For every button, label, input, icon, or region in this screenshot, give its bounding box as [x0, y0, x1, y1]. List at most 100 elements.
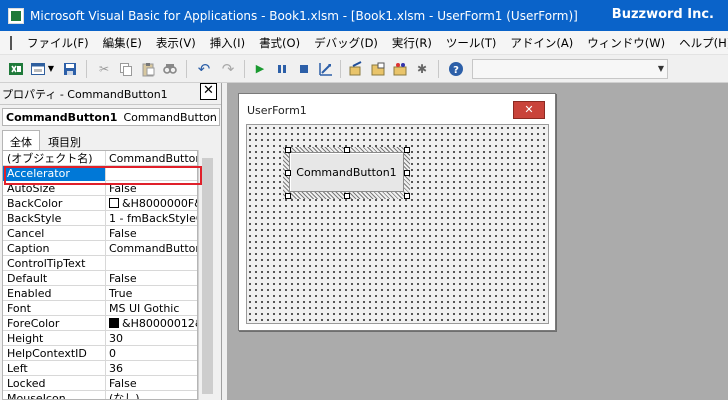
property-row[interactable]: BackColor &H8000000F&: [3, 196, 198, 211]
property-value[interactable]: (なし): [107, 391, 197, 400]
resize-handle-e[interactable]: [404, 170, 410, 176]
object-browser-icon[interactable]: [392, 61, 408, 77]
menu-window[interactable]: ウィンドウ(W): [580, 35, 672, 51]
resize-handle-w[interactable]: [285, 170, 291, 176]
property-value[interactable]: 1 - fmBackStyleOpaque: [107, 211, 197, 226]
property-value[interactable]: 36: [107, 361, 197, 376]
property-value[interactable]: CommandButton1: [107, 151, 197, 166]
window-title: Microsoft Visual Basic for Applications …: [30, 8, 578, 23]
property-row[interactable]: Locked False: [3, 376, 197, 391]
property-row[interactable]: BackStyle1 - fmBackStyleOpaque: [3, 211, 197, 226]
property-value-text: 1 - fmBackStyleOpaque: [109, 212, 197, 225]
property-value[interactable]: False: [107, 271, 197, 286]
property-value[interactable]: [107, 256, 197, 271]
copy-icon[interactable]: [118, 61, 134, 77]
svg-text:?: ?: [453, 65, 459, 76]
menu-format[interactable]: 書式(O): [252, 35, 307, 51]
property-row[interactable]: (オブジェクト名)CommandButton1: [3, 151, 197, 166]
property-value[interactable]: 30: [107, 331, 197, 346]
property-row[interactable]: Left 36: [3, 361, 197, 376]
project-explorer-icon[interactable]: [348, 61, 364, 77]
menu-insert[interactable]: 挿入(I): [203, 35, 252, 51]
property-row[interactable]: Cancel False: [3, 226, 197, 241]
property-value-text: (なし): [109, 392, 140, 400]
property-value-text: 36: [109, 362, 123, 375]
find-icon[interactable]: [162, 61, 178, 77]
property-row[interactable]: Enabled True: [3, 286, 197, 301]
chevron-down-icon[interactable]: ⌵: [207, 110, 215, 121]
menu-tools[interactable]: ツール(T): [439, 35, 504, 51]
resize-handle-se[interactable]: [404, 193, 410, 199]
dropdown-arrow-icon[interactable]: ▼: [46, 61, 56, 77]
resize-handle-n[interactable]: [344, 147, 350, 153]
property-value[interactable]: &H8000000F&: [107, 196, 198, 211]
excel-app-icon[interactable]: [8, 7, 24, 24]
run-icon[interactable]: ▶: [252, 61, 268, 77]
property-name: Cancel: [3, 226, 106, 241]
resize-handle-ne[interactable]: [404, 147, 410, 153]
toolbar-options-arrow-icon[interactable]: ▼: [657, 63, 665, 75]
property-value-text: True: [109, 287, 133, 300]
save-icon[interactable]: [62, 61, 78, 77]
menu-run[interactable]: 実行(R): [385, 35, 439, 51]
property-value-text: &H8000000F&: [122, 197, 198, 210]
reset-icon[interactable]: [296, 61, 312, 77]
property-row[interactable]: ForeColor &H80000012&: [3, 316, 197, 331]
resize-handle-sw[interactable]: [285, 193, 291, 199]
paste-icon[interactable]: [140, 61, 156, 77]
menu-addins[interactable]: アドイン(A): [503, 35, 580, 51]
property-name: BackStyle: [3, 211, 106, 226]
menu-debug[interactable]: デバッグ(D): [307, 35, 385, 51]
toolbar-separator: [244, 60, 245, 78]
break-icon[interactable]: [274, 61, 290, 77]
tab-alphabetic[interactable]: 全体: [2, 130, 40, 150]
property-row[interactable]: MouseIcon (なし): [3, 391, 197, 400]
excel-view-icon[interactable]: [8, 61, 24, 77]
userform-close-icon[interactable]: ✕: [513, 101, 545, 119]
resize-handle-s[interactable]: [344, 193, 350, 199]
menu-view[interactable]: 表示(V): [149, 35, 203, 51]
brand-label: Buzzword Inc.: [611, 7, 714, 22]
undo-icon[interactable]: ↶: [196, 61, 212, 77]
help-icon[interactable]: ?: [448, 61, 464, 77]
property-value[interactable]: True: [107, 286, 197, 301]
redo-icon[interactable]: ↷: [220, 61, 236, 77]
object-selector[interactable]: CommandButton1 CommandButton ⌵: [2, 108, 220, 126]
toolbox-icon[interactable]: ✱: [414, 61, 430, 77]
system-menu-icon[interactable]: [10, 35, 12, 50]
cut-icon[interactable]: ✂: [96, 61, 112, 77]
property-value[interactable]: 0: [107, 346, 197, 361]
insert-userform-icon[interactable]: [30, 61, 46, 77]
property-name: HelpContextID: [3, 346, 106, 361]
command-button[interactable]: CommandButton1: [289, 152, 404, 192]
properties-title: プロパティ - CommandButton1 ✕: [0, 83, 221, 105]
property-value[interactable]: False: [107, 226, 197, 241]
property-row[interactable]: Font MS UI Gothic: [3, 301, 197, 316]
design-mode-icon[interactable]: [318, 61, 334, 77]
command-button-caption: CommandButton1: [296, 165, 397, 179]
toolbar-separator: [186, 60, 187, 78]
property-row[interactable]: Height 30: [3, 331, 197, 346]
tab-categorized[interactable]: 項目別: [40, 130, 89, 150]
property-name: ControlTipText: [3, 256, 106, 271]
property-value[interactable]: False: [107, 376, 197, 391]
menu-help[interactable]: ヘルプ(H): [672, 35, 728, 51]
property-name: (オブジェクト名): [3, 151, 106, 166]
properties-window-icon[interactable]: [370, 61, 386, 77]
property-row[interactable]: Default False: [3, 271, 197, 286]
property-value[interactable]: MS UI Gothic: [107, 301, 197, 316]
menu-file[interactable]: ファイル(F): [20, 35, 96, 51]
properties-scrollbar[interactable]: [198, 150, 216, 400]
property-value-text: False: [109, 227, 137, 240]
close-icon[interactable]: ✕: [200, 83, 217, 100]
object-type: CommandButton: [123, 110, 217, 124]
property-row[interactable]: HelpContextID 0: [3, 346, 197, 361]
resize-handle-nw[interactable]: [285, 147, 291, 153]
toolbar-separator: [86, 60, 87, 78]
property-row[interactable]: CaptionCommandButton1: [3, 241, 197, 256]
menu-edit[interactable]: 編集(E): [96, 35, 149, 51]
property-value[interactable]: CommandButton1: [107, 241, 197, 256]
property-row[interactable]: ControlTipText: [3, 256, 197, 271]
property-value[interactable]: &H80000012&: [107, 316, 197, 331]
scrollbar-thumb[interactable]: [202, 158, 213, 394]
